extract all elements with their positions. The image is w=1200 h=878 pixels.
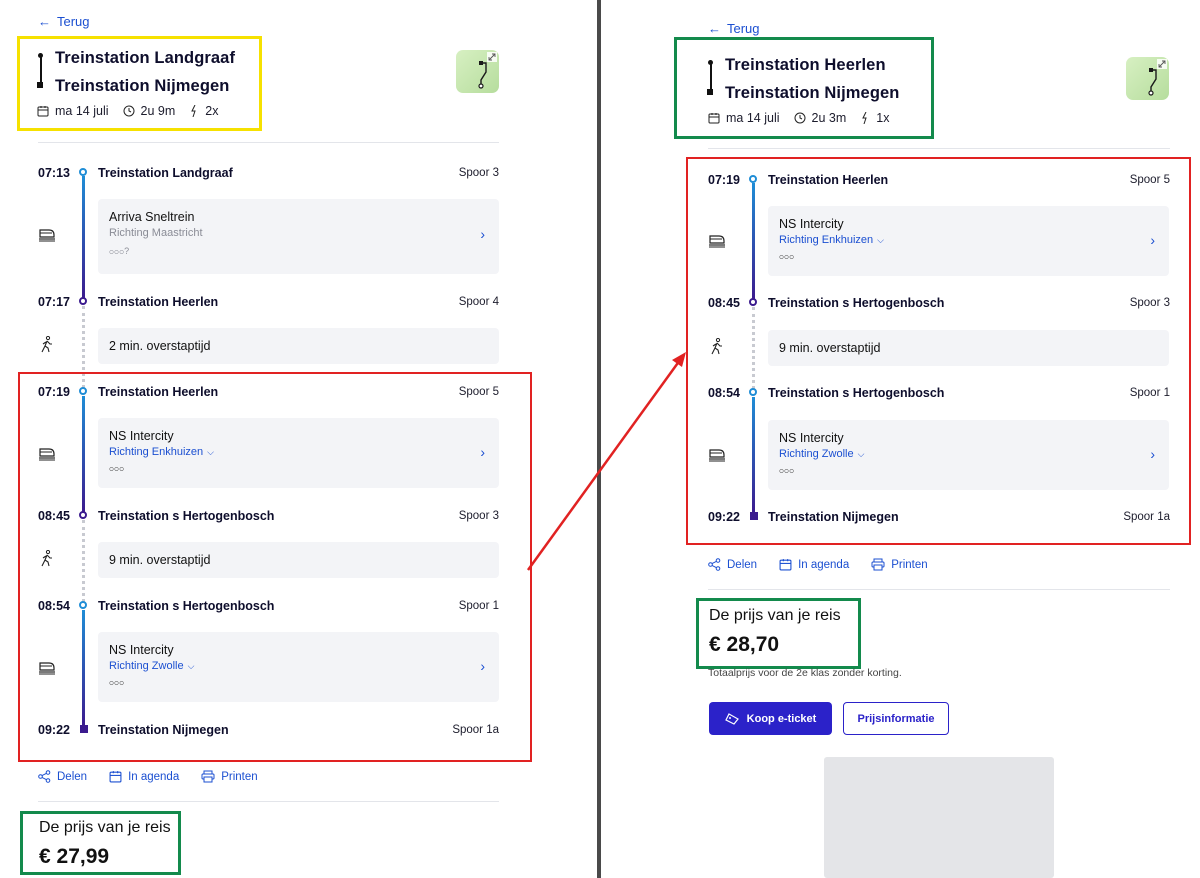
comparison-arrow [526,352,686,571]
